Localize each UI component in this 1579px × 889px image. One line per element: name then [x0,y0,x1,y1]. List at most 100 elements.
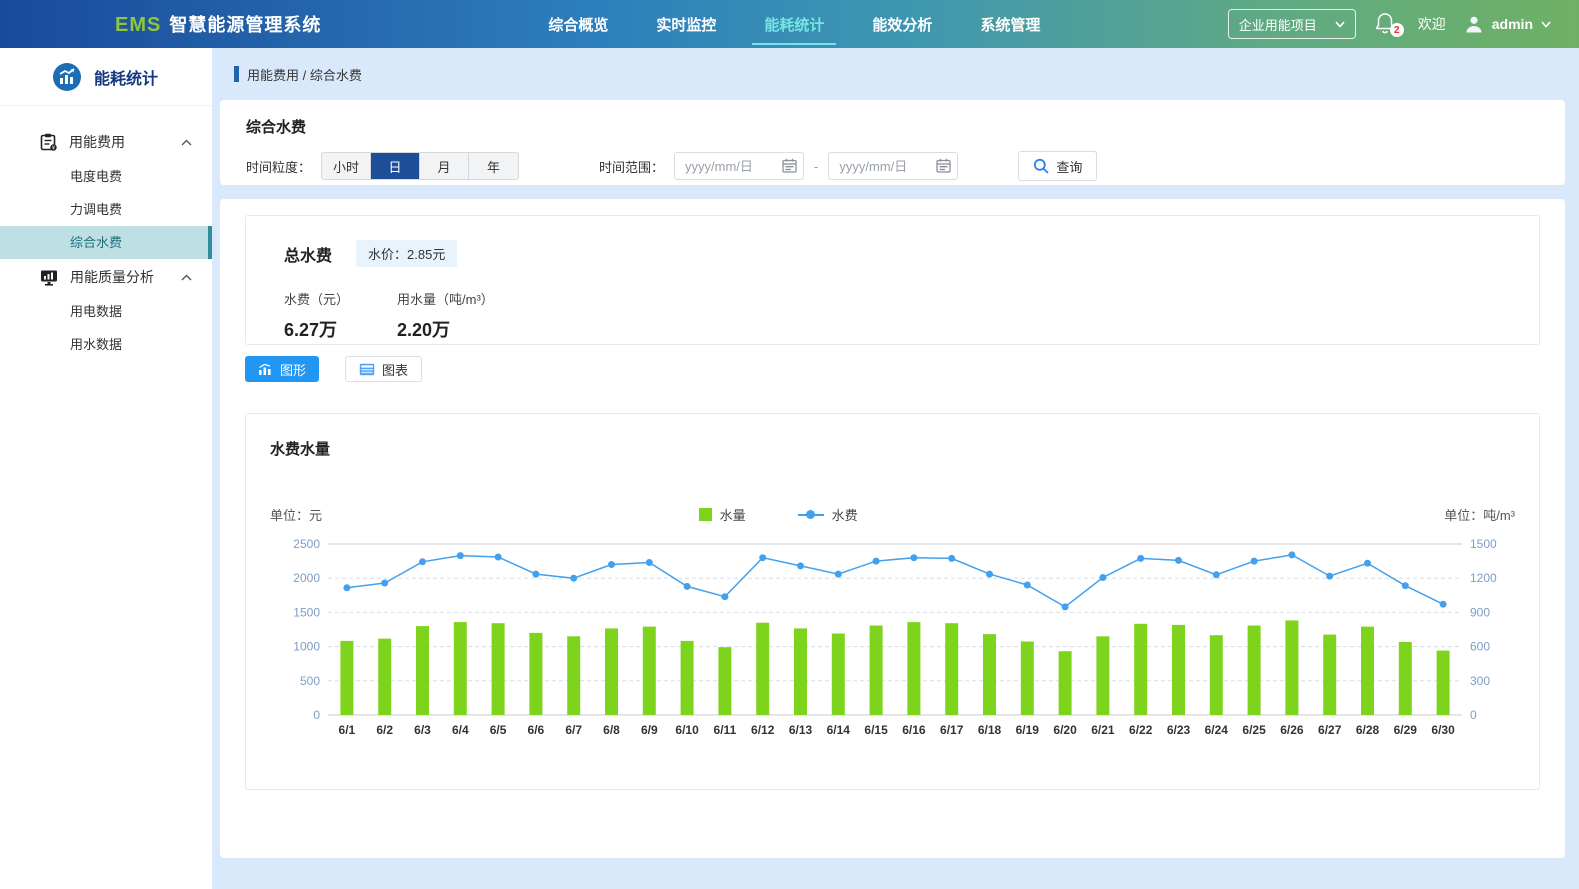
nav-item-efficiency[interactable]: 能效分析 [870,8,934,41]
energy-stats-logo-icon [52,62,82,92]
range-label: 时间范围： [599,157,664,176]
chevron-down-icon [1335,21,1345,28]
menu-group-label: 用能费用 [69,132,181,152]
menu-group-quality-analysis[interactable]: 用能质量分析 [0,259,212,295]
line-swatch-icon [798,508,824,521]
search-button-label: 查询 [1056,157,1082,176]
svg-text:6/2: 6/2 [376,723,393,737]
nav-item-realtime[interactable]: 实时监控 [654,8,718,41]
sidebar-item-water-data[interactable]: 用水数据 [0,328,212,361]
nav-item-overview[interactable]: 综合概览 [546,8,610,41]
app-title: 智慧能源管理系统 [169,11,321,37]
svg-text:6/1: 6/1 [339,723,356,737]
view-toggle: 图形 图表 [245,356,1540,382]
svg-text:1500: 1500 [1470,537,1497,551]
metric-label: 水费（元） [284,289,349,308]
svg-text:1000: 1000 [293,640,320,654]
sidebar-item-electricity-fee[interactable]: 电度电费 [0,160,212,193]
metric-label: 用水量（吨/m³） [397,289,494,308]
nav-item-energy-stats[interactable]: 能耗统计 [762,8,826,41]
user-menu[interactable]: admin [1464,14,1551,34]
water-price-badge: 水价：2.85元 [356,240,457,267]
table-view-button[interactable]: 图表 [345,356,422,382]
svg-text:6/15: 6/15 [864,723,888,737]
svg-text:1200: 1200 [1470,571,1497,585]
svg-text:6/16: 6/16 [902,723,926,737]
granularity-hour-button[interactable]: 小时 [322,153,371,179]
legend-item-fee[interactable]: 水费 [798,505,858,524]
svg-text:6/23: 6/23 [1167,723,1191,737]
graph-view-button[interactable]: 图形 [245,356,319,382]
granularity-year-button[interactable]: 年 [469,153,518,179]
metric-value: 6.27万 [284,316,349,342]
right-axis-unit: 单位：吨/m³ [1315,505,1515,524]
svg-text:6/24: 6/24 [1205,723,1229,737]
svg-text:0: 0 [1470,708,1477,722]
chevron-up-icon [181,139,192,146]
svg-text:6/3: 6/3 [414,723,431,737]
welcome-text: 欢迎 [1418,14,1446,34]
svg-text:6/8: 6/8 [603,723,620,737]
granularity-day-button[interactable]: 日 [371,153,420,179]
chevron-down-icon [1541,21,1551,28]
filter-panel: 综合水费 时间粒度： 小时 日 月 年 时间范围： [220,100,1565,185]
project-selector-value: 企业用能项目 [1239,15,1317,34]
summary-card: 总水费 水价：2.85元 水费（元） 6.27万 用水量（吨/m³） 2.20万 [245,215,1540,345]
svg-text:6/29: 6/29 [1394,723,1418,737]
chart-title: 水费水量 [270,438,1515,459]
bar-swatch-icon [699,508,712,521]
chart-plot-area: 050010001500200025000300600900120015006/… [270,530,1520,745]
calendar-icon[interactable] [936,158,951,173]
sidebar-item-power-factor-fee[interactable]: 力调电费 [0,193,212,226]
sidebar-item-electricity-data[interactable]: 用电数据 [0,295,212,328]
granularity-segmented: 小时 日 月 年 [321,152,519,180]
svg-text:300: 300 [1470,674,1490,688]
svg-text:6/26: 6/26 [1280,723,1304,737]
svg-text:6/22: 6/22 [1129,723,1153,737]
granularity-month-button[interactable]: 月 [420,153,469,179]
metric-water-fee: 水费（元） 6.27万 [284,289,349,342]
svg-text:6/9: 6/9 [641,723,658,737]
range-separator: - [814,159,818,174]
svg-text:6/11: 6/11 [714,723,737,737]
svg-text:6/6: 6/6 [528,723,545,737]
menu-group-label: 用能质量分析 [70,267,181,287]
svg-text:2000: 2000 [293,571,320,585]
nav-item-system[interactable]: 系统管理 [978,8,1042,41]
main-nav: 综合概览 实时监控 能耗统计 能效分析 系统管理 [546,8,1042,41]
svg-text:6/18: 6/18 [978,723,1002,737]
svg-text:6/17: 6/17 [940,723,964,737]
bar-chart-icon [258,363,273,376]
brand-logo: EMS [115,14,161,37]
clipboard-icon: ¥ [40,133,57,151]
page-title: 综合水费 [246,116,1539,137]
svg-text:6/13: 6/13 [789,723,813,737]
svg-text:600: 600 [1470,640,1490,654]
project-selector[interactable]: 企业用能项目 [1228,9,1356,39]
sidebar-title: 能耗统计 [94,65,158,89]
breadcrumb-text: 用能费用 / 综合水费 [247,65,362,84]
svg-text:6/4: 6/4 [452,723,469,737]
menu-group-energy-cost[interactable]: ¥ 用能费用 [0,124,212,160]
sidebar: 能耗统计 ¥ 用能费用 电度电费 力调电费 综合水费 [0,48,212,889]
svg-text:0: 0 [313,708,320,722]
table-icon [359,363,375,376]
svg-text:1500: 1500 [293,605,320,619]
svg-text:6/12: 6/12 [751,723,775,737]
sidebar-menu: ¥ 用能费用 电度电费 力调电费 综合水费 用能质量分析 [0,106,212,361]
metric-value: 2.20万 [397,316,494,342]
notification-bell[interactable]: 2 [1374,11,1400,37]
search-button[interactable]: 查询 [1018,151,1097,181]
chevron-up-icon [181,274,192,281]
granularity-label: 时间粒度： [246,157,311,176]
svg-text:6/20: 6/20 [1053,723,1077,737]
combo-chart: 050010001500200025000300600900120015006/… [270,530,1515,750]
username: admin [1492,16,1533,32]
sidebar-item-water-fee[interactable]: 综合水费 [0,226,212,259]
svg-text:500: 500 [300,674,320,688]
legend-item-volume[interactable]: 水量 [699,505,746,524]
svg-text:900: 900 [1470,605,1490,619]
calendar-icon[interactable] [782,158,797,173]
navbar-right: 企业用能项目 2 欢迎 admin [1228,9,1551,39]
app-brand: EMS 智慧能源管理系统 [0,11,321,37]
